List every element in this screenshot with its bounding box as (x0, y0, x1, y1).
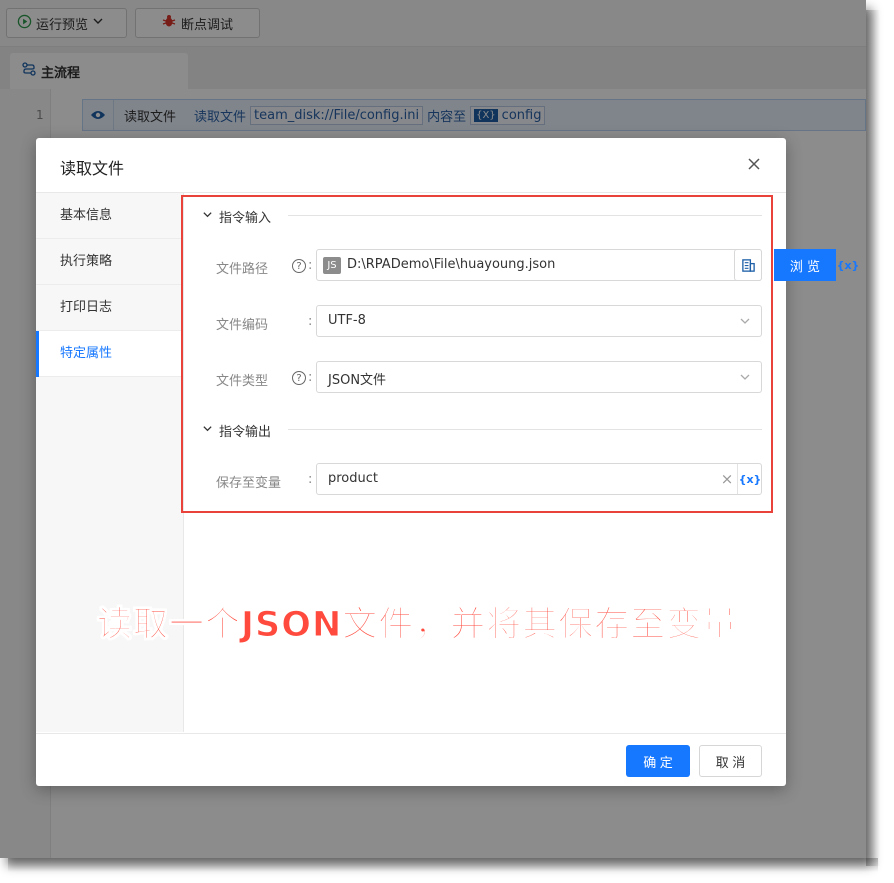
browse-button[interactable]: 浏 览 (774, 249, 836, 281)
close-icon[interactable] (742, 152, 766, 176)
annotation-highlight-box (181, 195, 773, 513)
variable-button[interactable]: {x} (836, 250, 860, 280)
dialog-header: 读取文件 (36, 138, 786, 193)
sidebar-item-exec-strategy[interactable]: 执行策略 (36, 239, 183, 285)
page-shadow-right (866, 10, 880, 866)
dialog-title: 读取文件 (60, 159, 125, 178)
annotation-caption: 读取一个JSON文件，并将其保存至变量 (96, 605, 739, 646)
screenshot-frame: 运行预览 断点调试 主流程 1 读取文件 读取文件 team_disk://Fi… (0, 0, 866, 858)
sidebar-item-specific-props[interactable]: 特定属性 (36, 331, 183, 377)
sidebar-item-print-log[interactable]: 打印日志 (36, 285, 183, 331)
sidebar-item-basic-info[interactable]: 基本信息 (36, 193, 183, 239)
dialog-sidebar: 基本信息 执行策略 打印日志 特定属性 (36, 193, 184, 732)
ok-button[interactable]: 确 定 (626, 745, 690, 777)
page-shadow-bottom (8, 858, 878, 872)
dialog-footer: 确 定 取 消 (36, 733, 786, 787)
cancel-button[interactable]: 取 消 (699, 745, 762, 777)
